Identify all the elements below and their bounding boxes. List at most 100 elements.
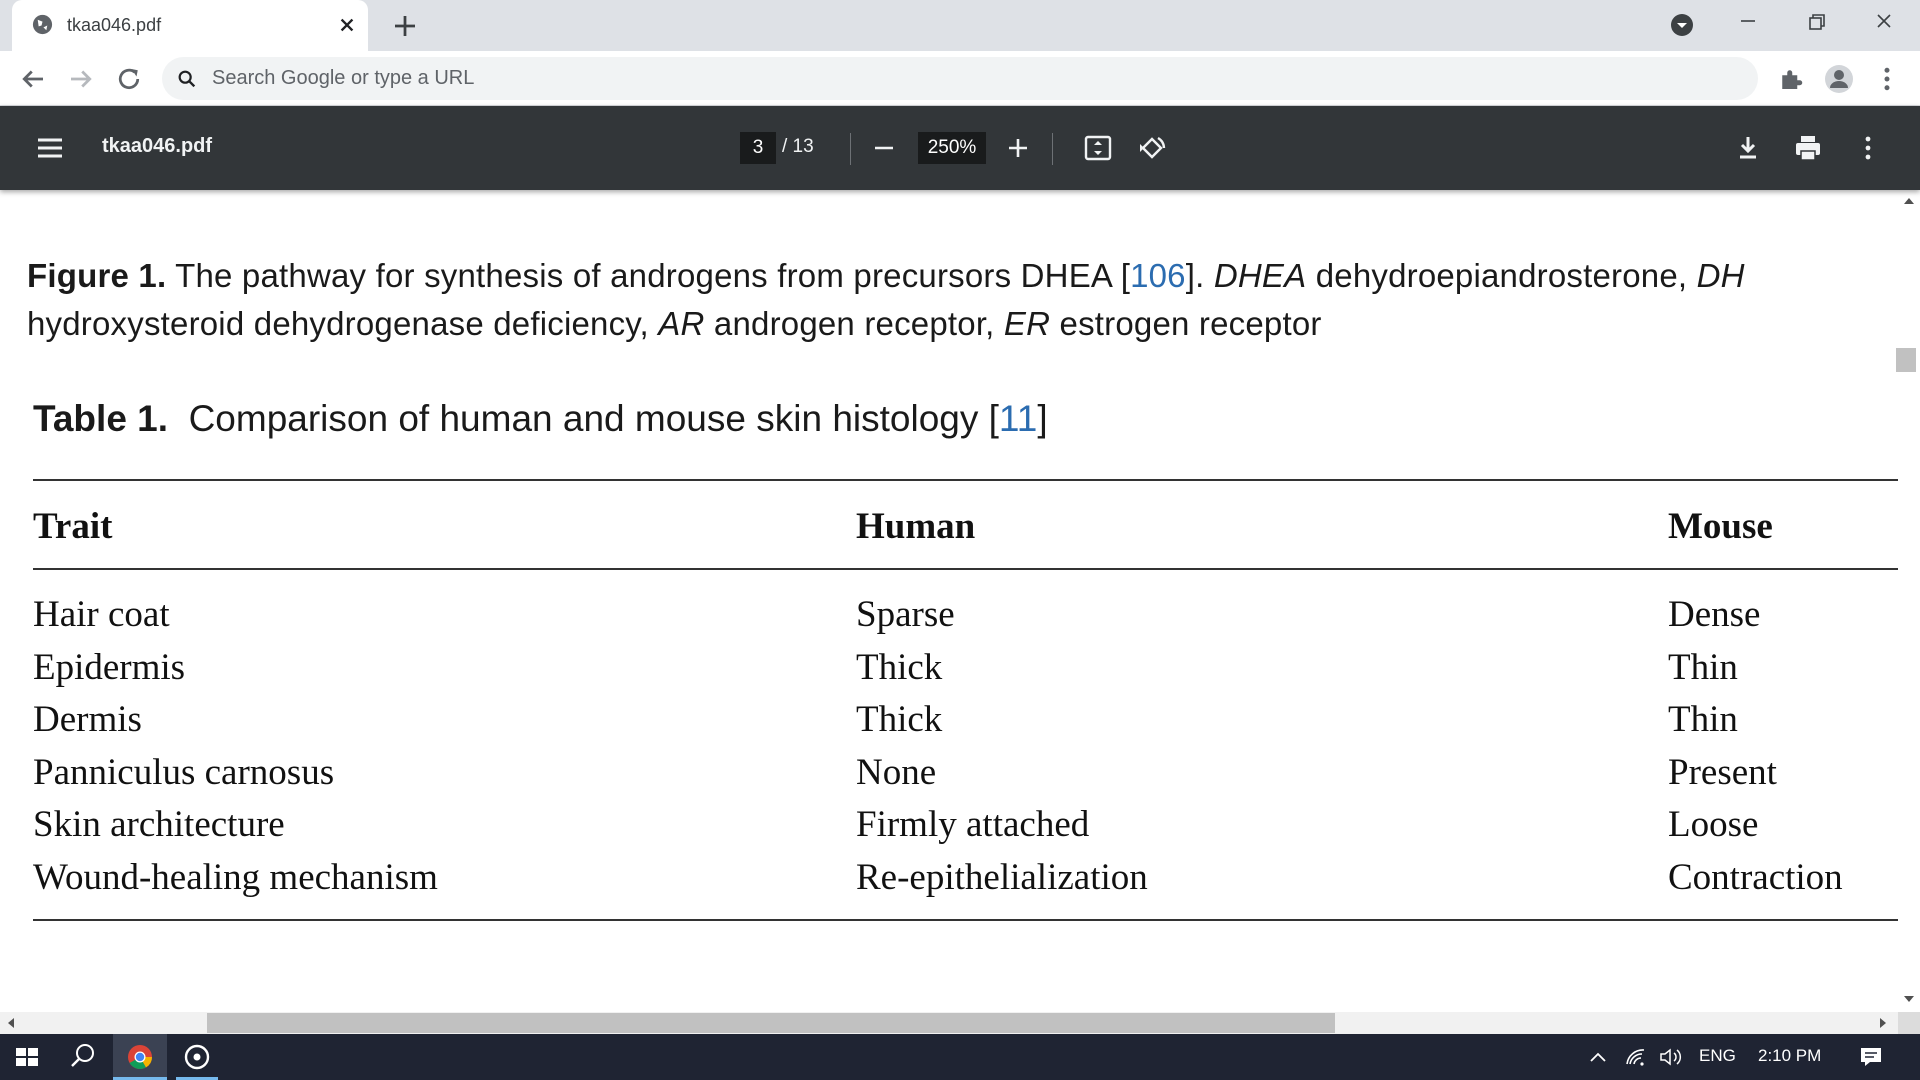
table-cell-human: Thick (856, 646, 943, 688)
page-number-input[interactable]: 3 (740, 132, 776, 164)
profile-avatar-icon[interactable] (1824, 64, 1854, 94)
chrome-icon (128, 1045, 152, 1070)
table-cell-trait: Epidermis (33, 646, 186, 688)
table-cell-human: Thick (856, 699, 943, 740)
search-input[interactable] (212, 62, 1712, 95)
pdf-toolbar: tkaa046.pdf 3 / 13 250% (0, 106, 1920, 190)
table-bottom-rule (33, 919, 1898, 921)
hamburger-menu-icon[interactable] (34, 133, 66, 163)
chrome-taskbar-button[interactable] (113, 1034, 167, 1080)
table-header-human: Human (856, 506, 976, 547)
pdf-viewport[interactable]: Figure 1. The pathway for synthesis of a… (0, 190, 1898, 1012)
table-top-rule (33, 479, 1898, 481)
zoom-level-input[interactable]: 250% (918, 132, 986, 164)
windows-start-icon[interactable] (0, 1034, 54, 1080)
table-title: Table 1. Comparison of human and mouse s… (33, 398, 1048, 440)
fit-to-page-icon[interactable] (1082, 132, 1114, 164)
page-total: / 13 (782, 136, 814, 157)
table-cell-mouse: Present (1668, 751, 1777, 793)
vertical-scroll-thumb[interactable] (1896, 348, 1916, 372)
address-bar[interactable] (162, 57, 1758, 100)
table-cell-human: Re-epithelialization (856, 856, 1148, 898)
figure-caption: Figure 1. The pathway for synthesis of a… (27, 252, 1898, 348)
zoom-in-icon[interactable] (1002, 132, 1034, 164)
caption-abbreviation: DHEA (1213, 257, 1307, 294)
horizontal-scroll-thumb[interactable] (207, 1013, 1335, 1033)
restore-icon[interactable] (1798, 8, 1834, 42)
reload-icon[interactable] (114, 64, 144, 94)
scroll-down-icon[interactable] (1904, 996, 1914, 1002)
tab-title: tkaa046.pdf (67, 15, 162, 35)
table-cell-trait: Hair coat (33, 594, 170, 635)
caption-text: hydroxysteroid dehydrogenase deficiency, (27, 305, 659, 342)
table-label: Table 1. (33, 398, 169, 439)
toolbar-divider (1052, 133, 1053, 165)
table-cell-human: Firmly attached (856, 804, 1090, 845)
reference-link[interactable]: 11 (999, 398, 1037, 439)
table-cell-mouse: Contraction (1668, 856, 1843, 898)
notifications-icon[interactable] (1858, 1045, 1884, 1069)
minimize-icon[interactable] (1730, 8, 1766, 42)
search-icon (178, 70, 196, 88)
table-header-mouse: Mouse (1668, 506, 1773, 547)
figure-label: Figure 1. (27, 257, 167, 294)
table-header-rule (33, 568, 1898, 570)
table-title-text: Comparison of human and mouse skin histo… (168, 398, 999, 439)
volume-icon[interactable] (1658, 1046, 1684, 1068)
more-menu-icon[interactable] (1872, 64, 1902, 94)
extensions-icon[interactable] (1776, 64, 1806, 94)
forward-arrow-icon[interactable] (66, 64, 96, 94)
close-tab-icon[interactable] (334, 12, 360, 38)
search-icon[interactable] (56, 1034, 110, 1080)
scroll-left-icon[interactable] (8, 1018, 14, 1028)
zoom-out-icon[interactable] (868, 132, 900, 164)
caption-abbreviation: ER (1003, 305, 1051, 342)
table-cell-trait: Dermis (33, 699, 142, 740)
caption-text: The pathway for synthesis of androgens f… (166, 257, 1131, 294)
browser-tab[interactable]: tkaa046.pdf (12, 0, 368, 51)
caption-text: androgen receptor, (704, 305, 1004, 342)
download-icon[interactable] (1732, 132, 1764, 164)
scroll-right-icon[interactable] (1880, 1018, 1886, 1028)
disc-icon (184, 1044, 210, 1070)
tab-strip: tkaa046.pdf (0, 0, 1920, 51)
print-icon[interactable] (1792, 132, 1824, 164)
caption-line-1: Figure 1. The pathway for synthesis of a… (27, 252, 1898, 300)
browser-toolbar (0, 51, 1920, 106)
caption-line-2: hydroxysteroid dehydrogenase deficiency,… (27, 300, 1898, 348)
table-cell-mouse: Thin (1668, 699, 1738, 740)
table-cell-human: None (856, 751, 937, 793)
media-app-taskbar-button[interactable] (170, 1034, 224, 1080)
scrollbar-corner (1898, 1012, 1920, 1034)
caption-abbreviation: AR (658, 305, 705, 342)
windows-taskbar: ENG 2:10 PM (0, 1034, 1920, 1080)
table-cell-trait: Panniculus carnosus (33, 751, 335, 793)
table-cell-mouse: Dense (1668, 594, 1761, 635)
close-window-icon[interactable] (1866, 8, 1902, 42)
language-indicator[interactable]: ENG (1699, 1046, 1736, 1066)
document-title: tkaa046.pdf (102, 135, 213, 157)
new-tab-icon[interactable] (390, 11, 420, 41)
globe-icon (32, 14, 53, 35)
wifi-icon[interactable] (1624, 1046, 1648, 1068)
chevron-up-icon[interactable] (1586, 1047, 1610, 1067)
caption-text: dehydroepiandrosterone, (1306, 257, 1697, 294)
pdf-more-actions-icon[interactable] (1852, 132, 1884, 164)
table-cell-trait: Skin architecture (33, 804, 285, 845)
rotate-icon[interactable] (1136, 132, 1168, 164)
table-cell-mouse: Loose (1668, 804, 1759, 845)
scroll-up-icon[interactable] (1904, 198, 1914, 204)
tab-search-icon[interactable] (1664, 8, 1700, 42)
reference-link[interactable]: 106 (1130, 257, 1186, 294)
system-clock[interactable]: 2:10 PM (1758, 1046, 1821, 1066)
table-title-text: ] (1037, 398, 1048, 439)
table-cell-trait: Wound-healing mechanism (33, 856, 438, 898)
caption-text: ]. (1185, 257, 1214, 294)
table-cell-mouse: Thin (1668, 646, 1738, 688)
caption-abbreviation: DH (1696, 257, 1745, 294)
vertical-scrollbar[interactable] (1898, 190, 1920, 1012)
back-arrow-icon[interactable] (18, 64, 48, 94)
table-header-trait: Trait (33, 506, 113, 547)
toolbar-divider (850, 133, 851, 165)
caption-text: estrogen receptor (1050, 305, 1322, 342)
